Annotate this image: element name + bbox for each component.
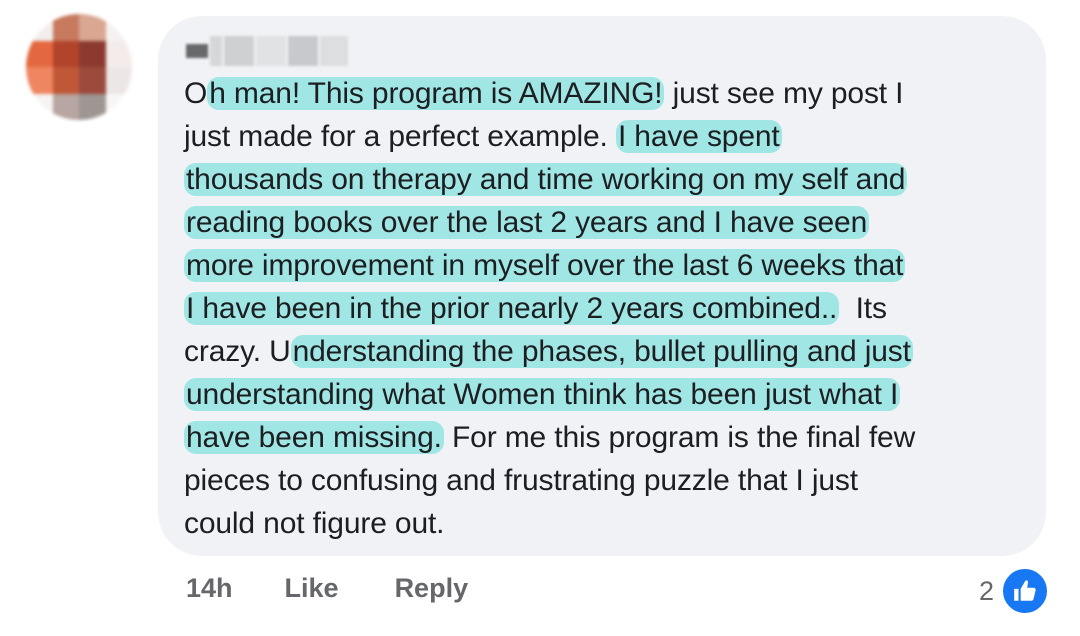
comment-text: Oh man! This program is AMAZING! just se… (184, 72, 1034, 545)
reactions-summary[interactable]: 2 (979, 566, 1050, 616)
like-button[interactable]: Like (285, 573, 339, 604)
comment-line: I have been in the prior nearly 2 years … (184, 287, 1034, 330)
highlighted-text: have been missing. (184, 421, 444, 454)
comment-actions: 14h Like Reply (186, 573, 468, 604)
comment-text-segment: could not figure out. (184, 507, 445, 540)
comment-text-segment: For me this program is the final few (443, 421, 916, 454)
avatar[interactable] (26, 14, 132, 120)
highlighted-text: reading books over the last 2 years and … (184, 206, 870, 239)
thumbs-up-icon (1000, 566, 1050, 616)
comment-text-segment: Its (839, 292, 887, 325)
comment-line: pieces to confusing and frustrating puzz… (184, 459, 1034, 502)
highlighted-text: nderstanding the phases, bullet pulling … (290, 335, 913, 368)
comment-line: just made for a perfect example. I have … (184, 115, 1034, 158)
comment-text-segment: crazy. U (184, 335, 291, 368)
comment-line: more improvement in myself over the last… (184, 244, 1034, 287)
reply-button[interactable]: Reply (395, 573, 469, 604)
comment-text-segment: pieces to confusing and frustrating puzz… (184, 464, 858, 497)
comment-line: reading books over the last 2 years and … (184, 201, 1034, 244)
author-name-redacted[interactable] (186, 36, 348, 66)
highlighted-text: more improvement in myself over the last… (184, 249, 906, 282)
highlighted-text: h man! This program is AMAZING! (207, 77, 665, 110)
highlighted-text: I have spent (615, 120, 782, 153)
comment-line: could not figure out. (184, 502, 1034, 545)
comment-timestamp[interactable]: 14h (186, 573, 233, 604)
highlighted-text: I have been in the prior nearly 2 years … (184, 292, 840, 325)
highlighted-text: understanding what Women think has been … (184, 378, 901, 411)
reaction-count: 2 (978, 575, 994, 606)
comment-line: understanding what Women think has been … (184, 373, 1034, 416)
comment-text-segment: just see my post I (664, 77, 904, 110)
highlighted-text: thousands on therapy and time working on… (184, 163, 908, 196)
comment-line: Oh man! This program is AMAZING! just se… (184, 72, 1034, 115)
comment-text-segment: just made for a perfect example. (184, 120, 616, 153)
comment-line: crazy. Understanding the phases, bullet … (184, 330, 1034, 373)
comment-line: thousands on therapy and time working on… (184, 158, 1034, 201)
comment-text-segment: O (184, 77, 208, 110)
comment-line: have been missing. For me this program i… (184, 416, 1034, 459)
